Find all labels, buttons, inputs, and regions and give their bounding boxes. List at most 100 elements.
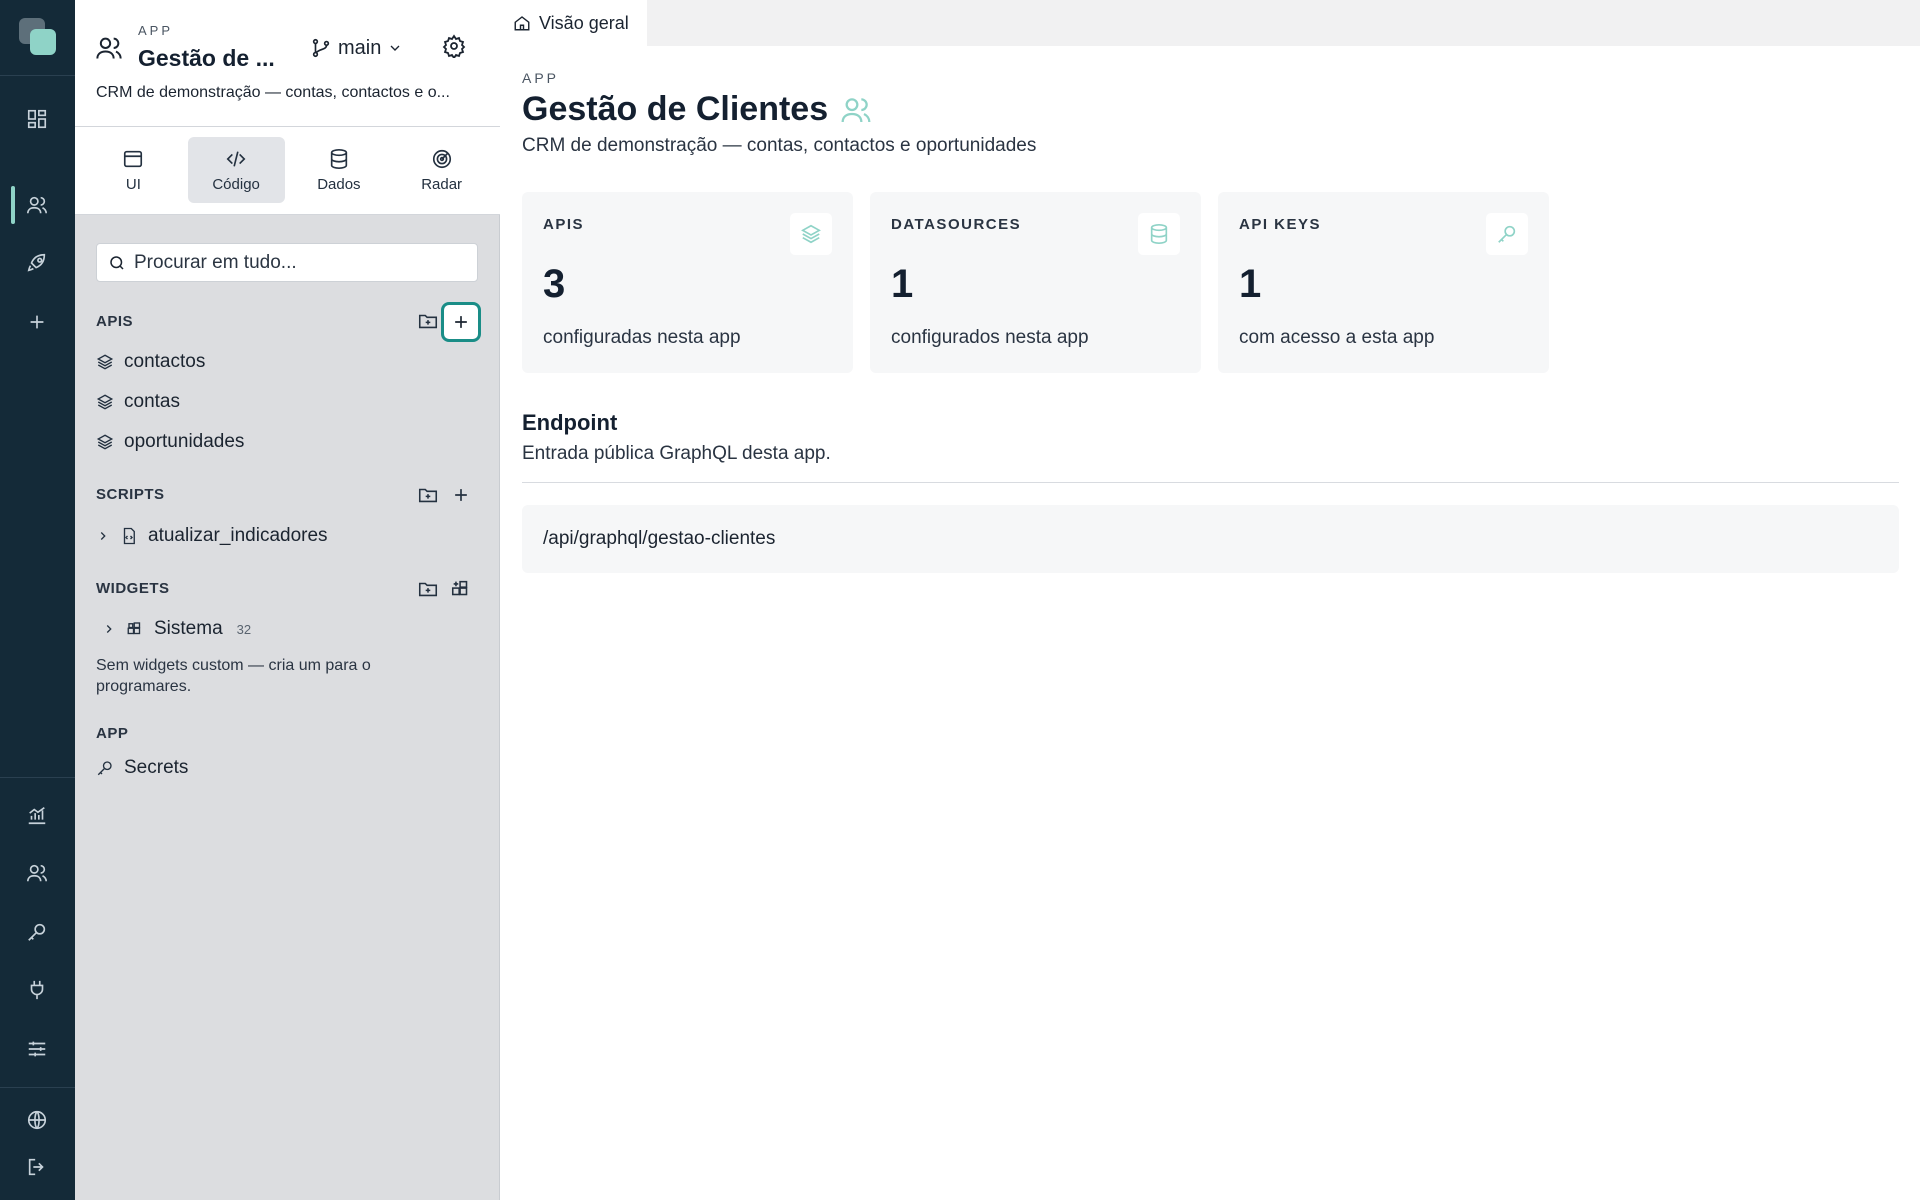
chevron-right-icon: [100, 532, 106, 540]
rail-divider: [0, 1087, 75, 1088]
app-description: CRM de demonstração — contas, contactos …: [96, 84, 450, 101]
widget-group-sistema[interactable]: Sistema 32: [96, 615, 251, 643]
search-icon: [110, 255, 124, 270]
app-section-title: APP: [96, 725, 129, 742]
script-item-atualizar-indicadores[interactable]: atualizar_indicadores: [96, 522, 328, 550]
window-icon: [124, 150, 143, 167]
gear-icon[interactable]: [442, 34, 468, 60]
key-icon: [97, 761, 112, 776]
card-title: APIS: [543, 216, 585, 233]
app-kicker: APP: [138, 23, 174, 38]
endpoint-subtitle: Entrada pública GraphQL desta app.: [522, 443, 831, 464]
explorer-sidebar: APP Gestão de ... main CRM de demonstraç…: [75, 0, 500, 1200]
chevron-right-icon: [106, 625, 112, 633]
analytics-icon[interactable]: [22, 800, 52, 830]
git-branch-icon: [312, 38, 330, 58]
dashboard-icon[interactable]: [22, 104, 52, 134]
layers-icon: [96, 394, 114, 410]
tab-label: UI: [125, 175, 141, 193]
radar-icon: [432, 149, 451, 168]
widgets-empty-note: Sem widgets custom — cria um para o prog…: [96, 657, 371, 695]
api-item-contactos[interactable]: contactos: [96, 348, 205, 376]
endpoint-title: Endpoint: [522, 410, 618, 435]
globe-icon[interactable]: [22, 1105, 52, 1135]
rail-active-indicator: [11, 186, 15, 224]
script-file-icon: [123, 527, 135, 545]
page-title: Gestão de Clientes: [522, 90, 829, 128]
new-folder-button[interactable]: [415, 576, 441, 602]
chevron-down-icon: [390, 45, 400, 51]
app-item-secrets[interactable]: Secrets: [96, 754, 188, 782]
home-icon: [514, 16, 530, 31]
rail-divider: [0, 777, 75, 778]
folder-plus-icon: [418, 314, 438, 329]
layers-icon: [96, 434, 114, 450]
tab-visao-geral[interactable]: Visão geral: [500, 0, 647, 46]
page-subtitle: CRM de demonstração — contas, contactos …: [522, 135, 1037, 156]
app-title: Gestão de ...: [138, 45, 275, 71]
branch-selector[interactable]: main: [310, 35, 403, 61]
sliders-icon[interactable]: [22, 1034, 52, 1064]
card-value: 1: [891, 262, 914, 306]
tab-radar[interactable]: Radar: [393, 137, 490, 203]
widget-group-label: Sistema: [154, 618, 223, 639]
tab-ui[interactable]: UI: [85, 137, 182, 203]
users-icon: [95, 34, 123, 62]
layers-icon: [96, 354, 114, 370]
users-icon[interactable]: [22, 190, 52, 220]
sidebar-header: APP Gestão de ... main CRM de demonstraç…: [75, 0, 500, 215]
api-item-oportunidades[interactable]: oportunidades: [96, 428, 244, 456]
add-api-button[interactable]: [441, 302, 481, 342]
rocket-icon[interactable]: [22, 248, 52, 278]
editor-tabbar: Visão geral: [500, 0, 1920, 46]
sidebar-tabs: UI Código Dados Radar: [85, 137, 490, 205]
stat-card-api-keys: API KEYS 1 com acesso a esta app: [1218, 192, 1549, 373]
database-icon: [330, 148, 348, 169]
plus-icon: [455, 316, 467, 328]
search-box[interactable]: [96, 243, 478, 282]
logout-icon[interactable]: [22, 1152, 52, 1182]
stat-card-apis: APIS 3 configuradas nesta app: [522, 192, 853, 373]
folder-plus-icon: [418, 582, 438, 597]
tab-dados[interactable]: Dados: [291, 137, 388, 203]
api-item-contas[interactable]: contas: [96, 388, 180, 416]
card-caption: configuradas nesta app: [543, 327, 741, 348]
endpoint-path-box[interactable]: /api/graphql/gestao-clientes: [522, 505, 1899, 573]
main-content: Visão geral APP Gestão de Clientes CRM d…: [500, 0, 1920, 1200]
new-folder-button[interactable]: [415, 482, 441, 508]
widget-add-icon: [451, 580, 468, 596]
add-script-button[interactable]: [448, 482, 474, 508]
add-widget-button[interactable]: [448, 576, 474, 602]
endpoint-path: /api/graphql/gestao-clientes: [543, 528, 776, 549]
users-icon: [841, 97, 871, 122]
card-value: 1: [1239, 262, 1262, 306]
rail-divider: [0, 75, 75, 76]
tab-label: Dados: [317, 175, 361, 193]
add-icon[interactable]: [22, 307, 52, 337]
divider: [75, 126, 500, 127]
apis-section-title: APIS: [96, 313, 134, 330]
card-title: API KEYS: [1239, 216, 1322, 233]
database-icon: [1138, 213, 1180, 255]
layers-icon: [790, 213, 832, 255]
tab-label: Código: [212, 175, 260, 193]
card-caption: configurados nesta app: [891, 327, 1089, 348]
key-icon[interactable]: [22, 917, 52, 947]
widgets-icon: [127, 622, 141, 635]
tab-label: Radar: [421, 175, 463, 193]
card-caption: com acesso a esta app: [1239, 327, 1435, 348]
card-value: 3: [543, 262, 566, 306]
tab-label: Visão geral: [539, 12, 629, 33]
new-folder-button[interactable]: [415, 308, 441, 334]
plug-icon[interactable]: [22, 975, 52, 1005]
logo[interactable]: [19, 18, 57, 56]
team-icon[interactable]: [22, 858, 52, 888]
api-label: oportunidades: [124, 431, 245, 452]
scripts-section-title: SCRIPTS: [96, 486, 165, 503]
page-kicker: APP: [522, 70, 560, 86]
search-input[interactable]: [134, 251, 454, 274]
folder-plus-icon: [418, 488, 438, 503]
tab-codigo[interactable]: Código: [187, 137, 285, 203]
code-icon: [226, 150, 246, 167]
widget-count-badge: 32: [236, 621, 252, 637]
